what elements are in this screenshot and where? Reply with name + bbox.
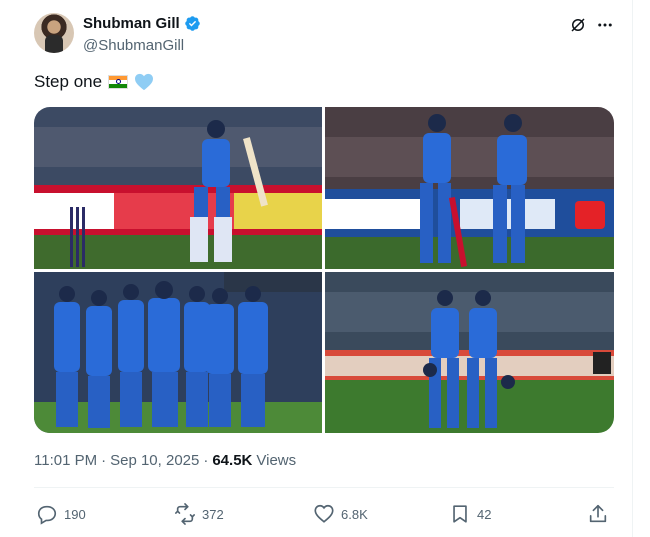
verified-badge-icon (184, 16, 200, 31)
light-blue-heart-icon (135, 73, 154, 91)
tweet-metadata: 11:01 PM · Sep 10, 2025 · 64.5K Views (34, 452, 296, 469)
share-icon (589, 504, 607, 523)
meta-separator: · (101, 452, 107, 469)
media-photo-1[interactable] (34, 107, 322, 269)
author-avatar[interactable] (34, 13, 74, 53)
author-handle[interactable]: @ShubmanGill (83, 37, 184, 54)
heart-icon (314, 504, 334, 523)
reply-icon (37, 505, 57, 525)
media-photo-4[interactable] (325, 272, 614, 433)
media-grid (34, 107, 614, 433)
media-photo-2[interactable] (325, 107, 614, 269)
like-count: 6.8K (341, 506, 368, 522)
divider (34, 487, 614, 488)
repost-button[interactable]: 372 (174, 503, 224, 525)
bookmark-icon (453, 505, 467, 523)
tweet-date[interactable]: Sep 10, 2025 (110, 452, 199, 469)
reply-button[interactable]: 190 (36, 503, 86, 525)
more-options-icon[interactable] (596, 16, 614, 34)
repost-count: 372 (202, 506, 224, 522)
repost-icon (175, 503, 195, 525)
grok-icon[interactable] (569, 16, 587, 34)
tweet-time[interactable]: 11:01 PM (34, 452, 97, 469)
author-display-name[interactable]: Shubman Gill (83, 15, 180, 32)
reply-count: 190 (64, 506, 86, 522)
like-button[interactable]: 6.8K (313, 503, 368, 525)
author-name-row: Shubman Gill (83, 15, 201, 32)
views-count[interactable]: 64.5K (212, 452, 252, 469)
india-flag-emoji (108, 75, 129, 89)
tweet-card: Shubman Gill @ShubmanGill Step one 11:01… (16, 0, 632, 537)
share-button[interactable] (587, 503, 609, 525)
bookmark-count: 42 (477, 506, 492, 522)
media-photo-3[interactable] (34, 272, 322, 433)
meta-separator-2: · (203, 452, 209, 469)
timeline-border (632, 0, 633, 537)
bookmark-button[interactable]: 42 (449, 503, 491, 525)
tweet-body: Step one (34, 72, 103, 91)
tweet-text: Step one (34, 72, 154, 92)
views-label: Views (256, 452, 297, 469)
